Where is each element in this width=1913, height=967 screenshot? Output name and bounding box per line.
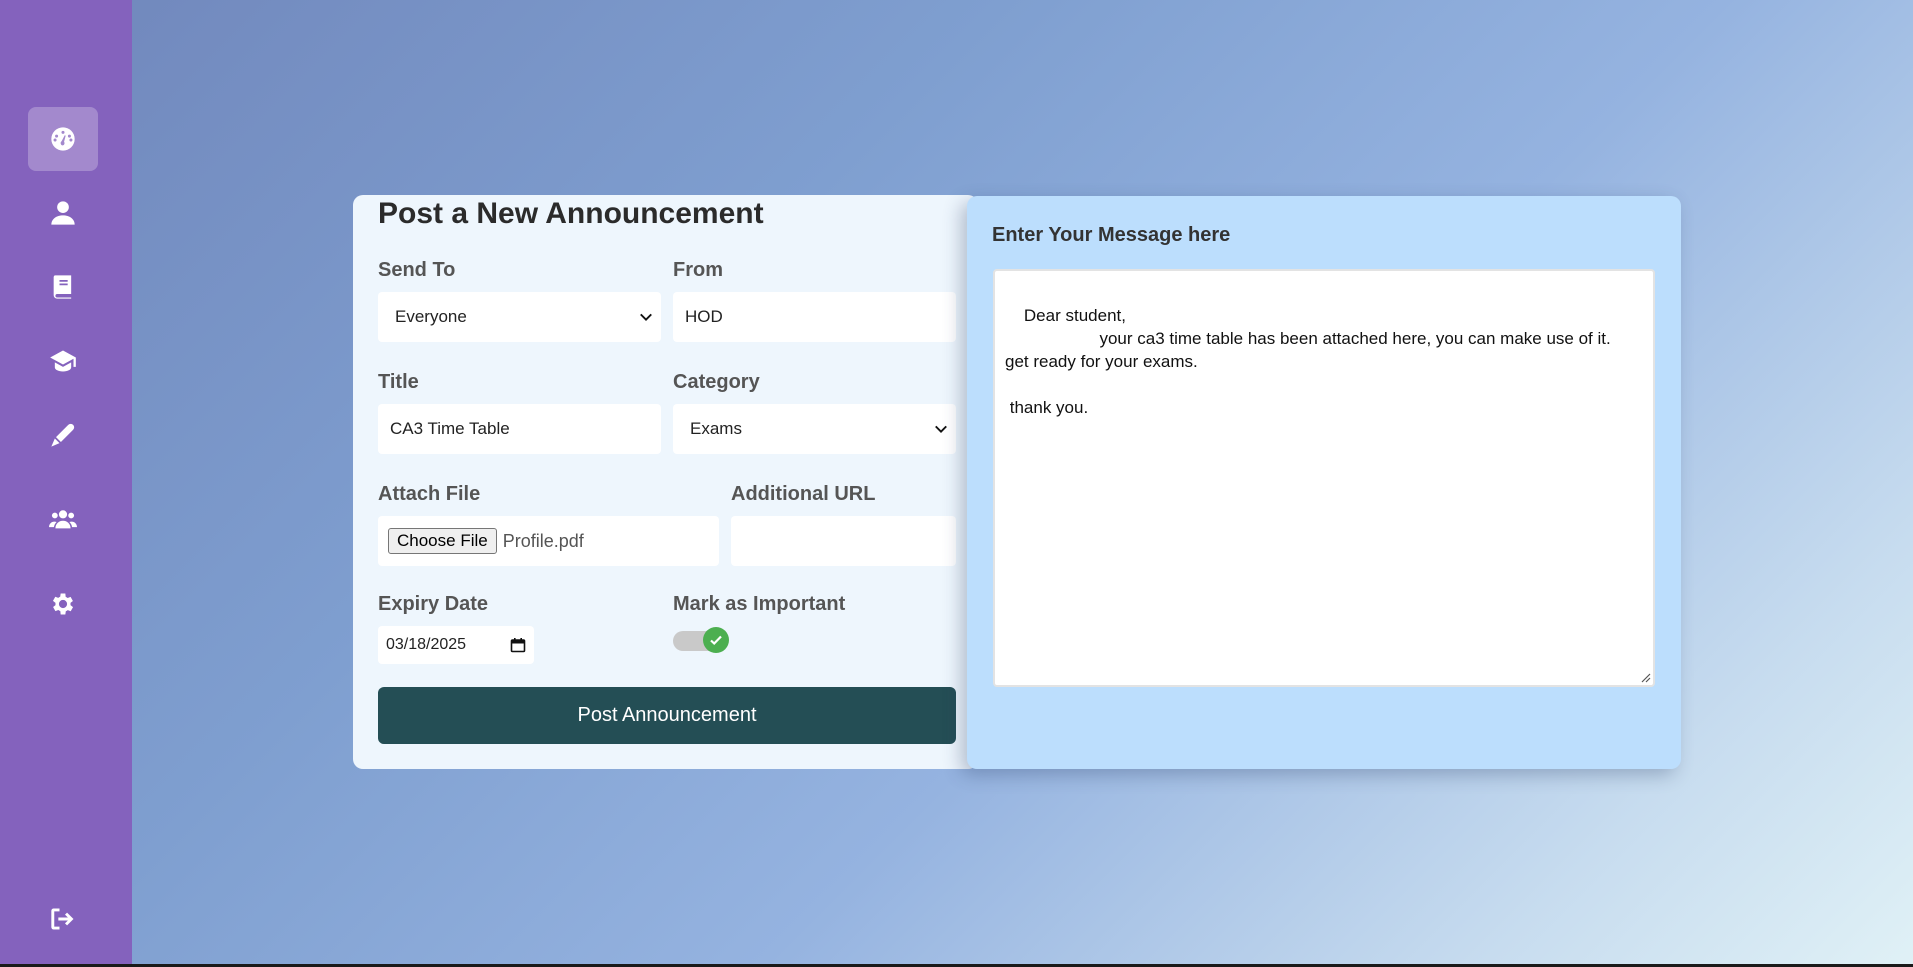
form-title: Post a New Announcement	[378, 197, 764, 230]
file-name: Profile.pdf	[502, 530, 584, 551]
sidebar-item-dashboard[interactable]	[28, 107, 98, 171]
title-value: CA3 Time Table	[390, 419, 510, 438]
expiry-date-label: Expiry Date	[378, 593, 489, 615]
mark-important-toggle[interactable]	[673, 627, 729, 653]
sidebar-item-settings[interactable]	[28, 572, 98, 636]
logout-icon	[51, 908, 74, 930]
announcement-form: Post a New Announcement Send To Everyone…	[353, 195, 978, 769]
sidebar-item-profile[interactable]	[28, 181, 98, 245]
graduation-cap-icon	[50, 350, 76, 372]
user-icon	[51, 201, 75, 225]
post-announcement-button[interactable]: Post Announcement	[378, 687, 956, 744]
pen-icon	[51, 423, 75, 447]
logout-button[interactable]	[28, 887, 98, 951]
from-input[interactable]: HOD	[673, 292, 956, 342]
toggle-knob	[703, 627, 729, 653]
from-value: HOD	[685, 307, 723, 326]
mark-important-label: Mark as Important	[673, 593, 846, 615]
book-icon	[53, 275, 72, 299]
message-panel: Enter Your Message here Dear student, yo…	[967, 196, 1681, 769]
title-input[interactable]: CA3 Time Table	[378, 404, 661, 454]
category-value: Exams	[690, 419, 742, 438]
users-icon	[49, 510, 77, 529]
send-to-select[interactable]: Everyone	[378, 292, 661, 342]
message-heading: Enter Your Message here	[992, 224, 1231, 246]
send-to-value: Everyone	[395, 307, 467, 326]
message-text: Dear student, your ca3 time table has be…	[1005, 306, 1611, 417]
from-label: From	[673, 259, 723, 281]
expiry-date-value: 03/18/2025	[386, 636, 467, 653]
additional-url-label: Additional URL	[731, 483, 876, 505]
expiry-date-input[interactable]: 03/18/2025	[378, 626, 534, 664]
attach-file-label: Attach File	[378, 483, 481, 505]
chevron-down-icon	[935, 425, 947, 433]
sidebar-item-users[interactable]	[28, 487, 98, 551]
chevron-down-icon	[640, 313, 652, 321]
sidebar-item-academics[interactable]	[28, 329, 98, 393]
category-select[interactable]: Exams	[673, 404, 956, 454]
category-label: Category	[673, 371, 760, 393]
resize-handle-icon[interactable]	[1641, 673, 1651, 683]
send-to-label: Send To	[378, 259, 456, 281]
calendar-icon[interactable]	[510, 637, 526, 653]
check-icon	[710, 635, 722, 646]
attach-file-input[interactable]: Choose File Profile.pdf	[378, 516, 719, 566]
gear-icon	[52, 593, 74, 615]
message-textarea[interactable]: Dear student, your ca3 time table has be…	[993, 269, 1655, 687]
sidebar	[0, 0, 132, 964]
dashboard-icon	[51, 127, 75, 151]
additional-url-input[interactable]	[731, 516, 956, 566]
sidebar-item-assignments[interactable]	[28, 403, 98, 467]
sidebar-item-courses[interactable]	[28, 255, 98, 319]
choose-file-button[interactable]: Choose File	[388, 528, 497, 554]
title-label: Title	[378, 371, 419, 393]
